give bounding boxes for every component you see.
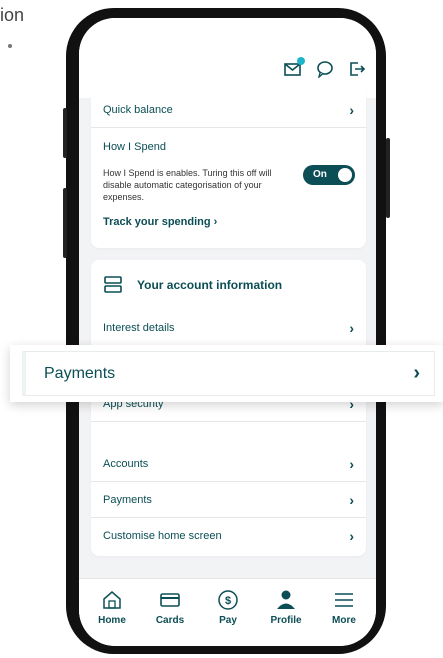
row-label: Payments bbox=[103, 493, 152, 506]
nav-home[interactable]: Home bbox=[87, 589, 137, 626]
row-label: Accounts bbox=[103, 457, 149, 470]
chevron-right-icon: › bbox=[349, 528, 354, 544]
app-screen: Quick balance › How I Spend How I Spend … bbox=[79, 18, 376, 646]
zoomed-payments-row[interactable]: Payments › bbox=[22, 351, 435, 396]
nav-profile[interactable]: Profile bbox=[261, 589, 311, 626]
phone-volume-button bbox=[63, 108, 67, 158]
how-i-spend-title: How I Spend bbox=[103, 141, 166, 153]
nav-pay[interactable]: $ Pay bbox=[203, 589, 253, 626]
zoom-popover: Payments › bbox=[10, 345, 443, 402]
dollar-icon: $ bbox=[218, 590, 238, 610]
customise-home-row[interactable]: Customise home screen › bbox=[91, 518, 366, 554]
notification-badge bbox=[297, 57, 305, 65]
server-icon bbox=[104, 276, 122, 293]
background-bullet bbox=[8, 44, 12, 48]
chevron-right-icon: › bbox=[349, 319, 354, 336]
bottom-nav: Home Cards $ Pay Profile More bbox=[79, 578, 376, 646]
card-icon bbox=[160, 593, 180, 607]
chevron-right-icon: › bbox=[349, 491, 354, 508]
phone-power-button bbox=[386, 138, 390, 218]
chevron-right-icon: › bbox=[349, 455, 354, 472]
nav-more[interactable]: More bbox=[319, 589, 369, 626]
account-info-title: Your account information bbox=[137, 278, 283, 292]
accounts-row[interactable]: Accounts › bbox=[91, 446, 366, 482]
row-label: Interest details bbox=[103, 321, 175, 334]
settings-card: Quick balance › How I Spend How I Spend … bbox=[91, 86, 366, 248]
svg-text:$: $ bbox=[225, 595, 231, 607]
toggle-label: On bbox=[313, 169, 327, 180]
track-spending-link[interactable]: Track your spending › bbox=[103, 216, 217, 228]
profile-icon bbox=[277, 590, 295, 609]
row-label: Customise home screen bbox=[103, 530, 222, 542]
toggle-knob bbox=[338, 168, 352, 182]
interest-details-row[interactable]: Interest details › bbox=[91, 310, 366, 346]
chevron-right-icon: › bbox=[413, 362, 420, 384]
zoomed-payments-label: Payments bbox=[44, 364, 116, 382]
home-icon bbox=[103, 591, 121, 609]
chevron-right-icon: › bbox=[349, 101, 354, 118]
background-text-fragment: ion bbox=[0, 5, 25, 25]
nav-cards[interactable]: Cards bbox=[145, 589, 195, 626]
payments-row[interactable]: Payments › bbox=[91, 482, 366, 518]
chevron-right-icon: › bbox=[213, 216, 218, 228]
how-i-spend-description: How I Spend is enables. Turing this off … bbox=[103, 168, 272, 202]
menu-icon bbox=[335, 593, 353, 607]
account-info-header: Your account information bbox=[103, 276, 282, 294]
logout-icon[interactable] bbox=[348, 60, 366, 78]
quick-balance-row[interactable]: Quick balance › bbox=[91, 92, 366, 128]
chat-icon[interactable] bbox=[316, 60, 334, 78]
quick-balance-label: Quick balance bbox=[103, 103, 173, 116]
how-i-spend-toggle[interactable]: On bbox=[303, 165, 355, 185]
envelope-icon[interactable] bbox=[284, 57, 305, 78]
account-info-card: Your account information Interest detail… bbox=[91, 260, 366, 556]
phone-volume-button bbox=[63, 188, 67, 258]
